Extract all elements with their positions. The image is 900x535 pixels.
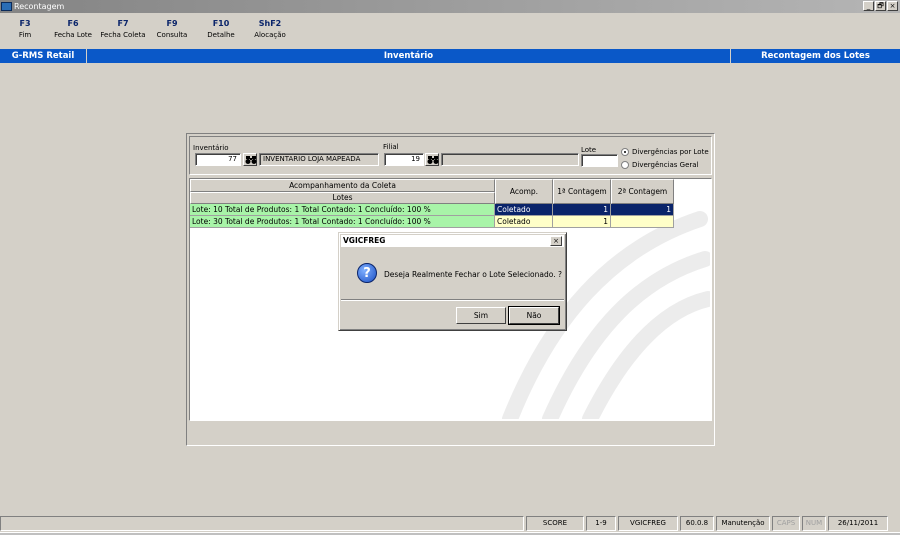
status-date: 26/11/2011	[828, 516, 888, 531]
lote-label: Lote	[581, 146, 597, 154]
filter-group: Inventário 77 INVENTARIO LOJA MAPEADA Fi…	[189, 136, 712, 175]
toolbar-label: Fecha Coleta	[100, 31, 146, 39]
toolbar-key: F10	[212, 19, 230, 28]
dialog-separator	[341, 299, 564, 301]
table-cell-contagem-1[interactable]: 1	[553, 204, 611, 216]
toolbar-button-fecha-coleta[interactable]: F7 Fecha Coleta	[98, 19, 148, 39]
toolbar-key: F3	[19, 19, 31, 28]
toolbar-button-fecha-lote[interactable]: F6 Fecha Lote	[51, 19, 95, 39]
toolbar-button-fim[interactable]: F3 Fim	[13, 19, 37, 39]
radio-divergencias-por-lote[interactable]: Divergências por Lote	[621, 148, 709, 156]
inventario-label: Inventário	[193, 144, 229, 152]
toolbar-button-alocacao[interactable]: ShF2 Alocação	[250, 19, 290, 39]
radio-button-checked[interactable]	[621, 148, 629, 156]
radio-button[interactable]	[621, 161, 629, 169]
close-icon[interactable]: ×	[887, 1, 898, 11]
status-mode: Manutenção	[716, 516, 770, 531]
inventario-field[interactable]: 77	[195, 153, 241, 166]
header-bar: G-RMS Retail Inventário Recontagem dos L…	[0, 49, 900, 63]
status-version: 60.0.8	[680, 516, 714, 531]
toolbar-label: Consulta	[156, 31, 188, 39]
table-cell-contagem-1[interactable]: 1	[553, 216, 611, 228]
status-message-area	[0, 516, 524, 531]
filial-field[interactable]: 19	[384, 153, 424, 166]
no-button[interactable]: Não	[508, 306, 560, 325]
toolbar-button-consulta[interactable]: F9 Consulta	[154, 19, 190, 39]
question-icon: ?	[357, 263, 377, 283]
column-header-acomp[interactable]: Acomp.	[495, 179, 553, 204]
radio-divergencias-geral[interactable]: Divergências Geral	[621, 161, 699, 169]
status-program: VGICFREG	[618, 516, 678, 531]
confirm-dialog: VGICFREG × ? Deseja Realmente Fechar o L…	[338, 232, 567, 331]
status-num: NUM	[802, 516, 826, 531]
yes-button[interactable]: Sim	[456, 307, 506, 324]
minimize-icon[interactable]: _	[863, 1, 874, 11]
table-cell-lotes[interactable]: Lote: 10 Total de Produtos: 1 Total Cont…	[190, 204, 495, 216]
column-header-contagem-1[interactable]: 1ª Contagem	[553, 179, 611, 204]
toolbar-key: F7	[117, 19, 129, 28]
dialog-title: VGICFREG	[343, 236, 386, 245]
app-icon	[1, 2, 12, 11]
table-cell-contagem-2[interactable]: 1	[611, 204, 674, 216]
module-name: Inventário	[383, 51, 434, 61]
toolbar-label: Fecha Lote	[54, 31, 92, 39]
table-cell-acomp[interactable]: Coletado	[495, 204, 553, 216]
group-header: Acompanhamento da Coleta	[190, 179, 495, 192]
status-range: 1-9	[586, 516, 616, 531]
window-title: Recontagem	[14, 2, 65, 11]
screen-name: Recontagem dos Lotes	[761, 51, 870, 61]
toolbar-key: ShF2	[258, 19, 282, 28]
column-header-lotes[interactable]: Lotes	[190, 192, 495, 204]
lote-field[interactable]	[581, 154, 618, 167]
dialog-message: Deseja Realmente Fechar o Lote Seleciona…	[384, 270, 562, 279]
status-score: SCORE	[526, 516, 584, 531]
window-controls: _ 🗗 ×	[863, 1, 898, 11]
column-header-contagem-2[interactable]: 2ª Contagem	[611, 179, 674, 204]
table-cell-contagem-2[interactable]	[611, 216, 674, 228]
table-cell-lotes[interactable]: Lote: 30 Total de Produtos: 1 Total Cont…	[190, 216, 495, 228]
dialog-titlebar: VGICFREG ×	[341, 235, 564, 247]
toolbar-label: Alocação	[254, 31, 286, 39]
radio-label: Divergências Geral	[632, 161, 699, 169]
radio-label: Divergências por Lote	[632, 148, 709, 156]
toolbar-button-detalhe[interactable]: F10 Detalhe	[203, 19, 239, 39]
toolbar-key: F6	[67, 19, 79, 28]
table-cell-acomp[interactable]: Coletado	[495, 216, 553, 228]
toolbar-label: Detalhe	[207, 31, 235, 39]
filial-description	[441, 153, 579, 166]
status-bar: SCORE 1-9 VGICFREG 60.0.8 Manutenção CAP…	[0, 516, 900, 531]
restore-icon[interactable]: 🗗	[875, 1, 886, 11]
window-titlebar: Recontagem _ 🗗 ×	[0, 0, 900, 13]
inventario-description: INVENTARIO LOJA MAPEADA	[259, 153, 379, 166]
system-name: G-RMS Retail	[11, 51, 75, 61]
toolbar-key: F9	[166, 19, 178, 28]
toolbar-label: Fim	[18, 31, 32, 39]
status-caps: CAPS	[772, 516, 800, 531]
search-filial-binoculars-icon[interactable]	[425, 153, 439, 166]
filial-label: Filial	[383, 143, 399, 151]
dialog-close-icon[interactable]: ×	[550, 236, 562, 246]
function-key-toolbar: F3 Fim F6 Fecha Lote F7 Fecha Coleta F9 …	[0, 13, 900, 47]
search-inventario-binoculars-icon[interactable]	[243, 153, 257, 166]
